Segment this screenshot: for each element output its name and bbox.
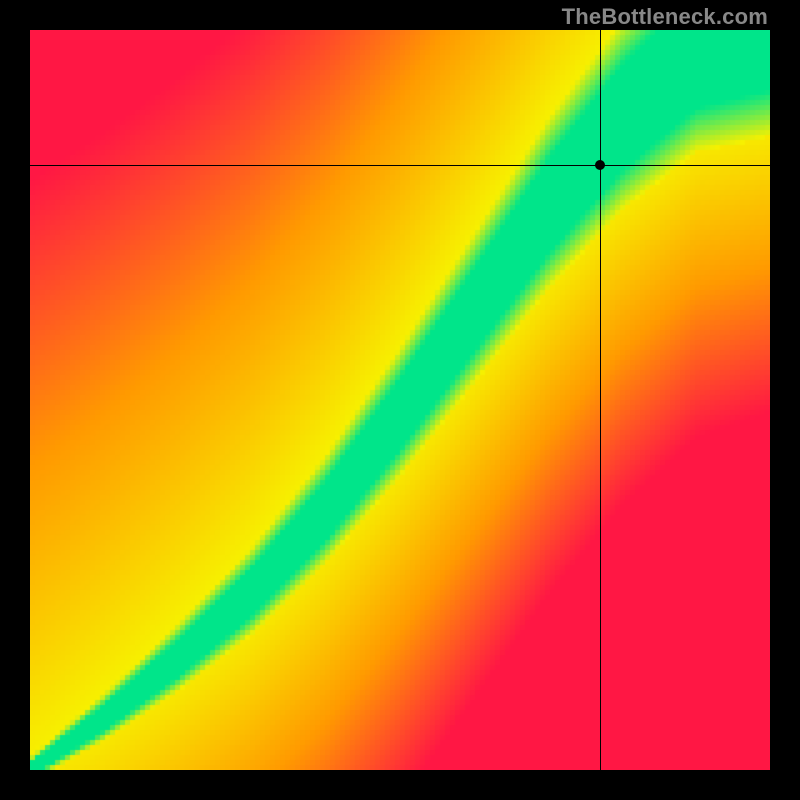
chart-container: TheBottleneck.com [0, 0, 800, 800]
crosshair-horizontal [30, 165, 770, 166]
heatmap-canvas [30, 30, 770, 770]
heatmap-plot [30, 30, 770, 770]
watermark-text: TheBottleneck.com [562, 4, 768, 30]
crosshair-vertical [600, 30, 601, 770]
